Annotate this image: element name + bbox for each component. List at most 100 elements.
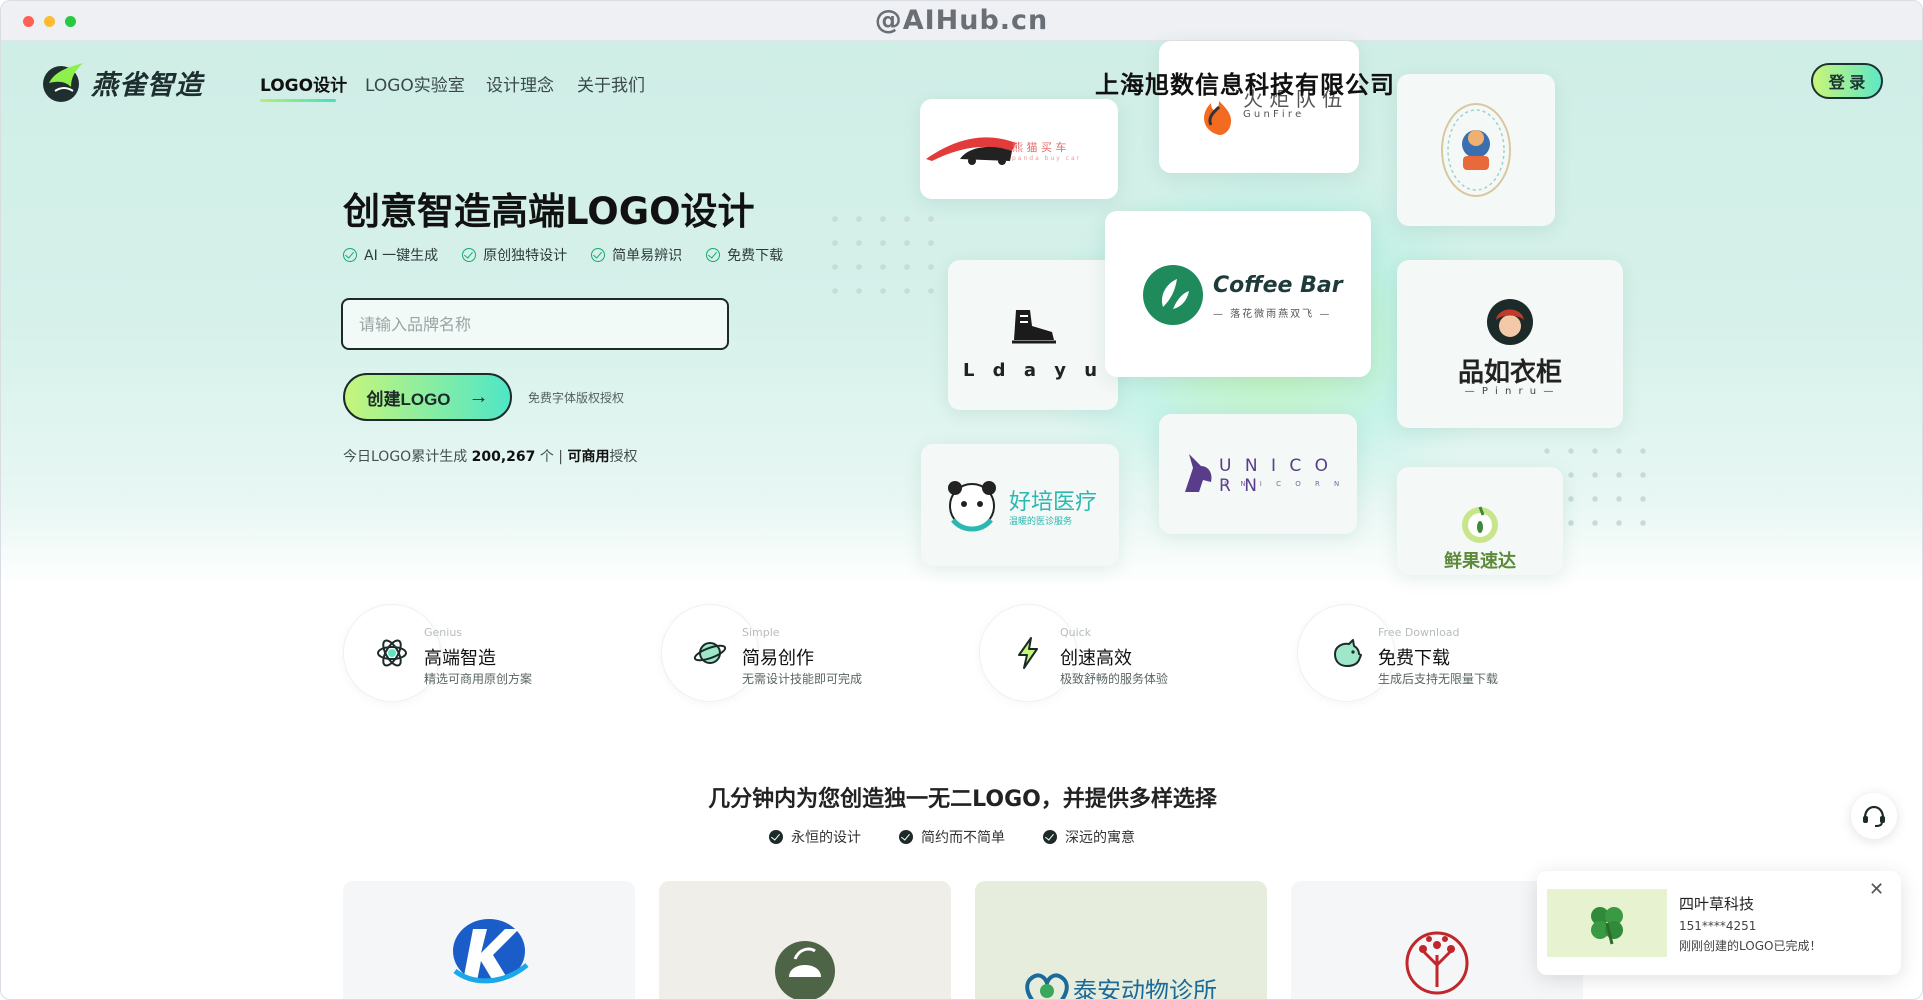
unicorn-head-icon xyxy=(1185,454,1212,492)
mascot-badge-icon xyxy=(1441,103,1511,197)
feature-item: 简单易辨识 xyxy=(591,245,682,265)
coffee-bar-title: Coffee Bar xyxy=(1213,273,1343,298)
section-point: 深远的寓意 xyxy=(1043,827,1135,847)
preview-card-tea[interactable] xyxy=(659,881,951,999)
haopei-cn-text: 好培医疗 xyxy=(1009,490,1098,515)
logo-card-badge[interactable] xyxy=(1397,74,1555,226)
value-en: Free Download xyxy=(1378,626,1460,639)
pinru-cn-text: 品如衣柜 xyxy=(1457,358,1562,388)
feature-item: 原创独特设计 xyxy=(462,245,567,265)
clover-icon xyxy=(1591,907,1623,945)
check-circle-icon xyxy=(769,830,783,844)
haopei-sub-text: 温暖的医诊服务 xyxy=(1009,517,1073,527)
value-en: Simple xyxy=(742,626,780,639)
value-en: Genius xyxy=(424,626,463,639)
nav-active-indicator xyxy=(260,99,336,102)
preview-card-k-logo[interactable] xyxy=(343,881,635,999)
feature-item: AI 一键生成 xyxy=(343,245,438,265)
value-title: 创速高效 xyxy=(1060,648,1132,669)
value-title: 高端智造 xyxy=(424,648,496,669)
swallow-logo-icon xyxy=(43,63,83,102)
lady-portrait-icon xyxy=(1487,299,1533,345)
check-icon xyxy=(591,248,606,262)
generation-stats: 今日LOGO累计生成 200,267 个 | 可商用授权 xyxy=(343,446,637,466)
browser-window: @AIHub.cn 燕雀智造 LOGO设计 LOGO实验室 设计理念 关于我们 … xyxy=(0,0,1923,1000)
value-item-free-download: Free Download 免费下载 生成后支持无限量下载 xyxy=(1297,604,1597,704)
logo-card-ldayu[interactable]: L d a y u xyxy=(948,260,1118,410)
check-icon xyxy=(343,248,357,262)
stats-count: 200,267 xyxy=(471,449,536,465)
login-button[interactable]: 登 录 xyxy=(1811,63,1883,99)
teapot-icon xyxy=(775,941,835,999)
value-desc: 无需设计技能即可完成 xyxy=(742,672,863,686)
headset-icon xyxy=(1863,805,1885,827)
hero-title: 创意智造高端LOGO设计 xyxy=(343,190,755,233)
unicorn-small-text: U N I C O R N xyxy=(1221,480,1346,488)
fruit-text: 鲜果速达 xyxy=(1444,551,1516,572)
section-point: 永恒的设计 xyxy=(769,827,861,847)
check-circle-icon xyxy=(1043,830,1057,844)
k-logo-icon xyxy=(453,919,529,984)
nav-about-us[interactable]: 关于我们 xyxy=(577,71,645,96)
toast-phone: 151****4251 xyxy=(1679,919,1757,933)
feature-label: 简单易辨识 xyxy=(612,248,683,264)
hero-feature-list: AI 一键生成 原创独特设计 简单易辨识 免费下载 xyxy=(343,245,783,265)
logo-card-panda-car[interactable]: 熊 猫 买 车 panda buy car xyxy=(920,99,1118,199)
feature-label: 免费下载 xyxy=(727,248,784,264)
gunfire-en-text: G u n F i r e xyxy=(1243,109,1302,120)
clinic-name-text: 泰安动物诊所 xyxy=(1073,977,1217,1000)
brand-logo[interactable]: 燕雀智造 xyxy=(41,61,203,103)
check-icon xyxy=(706,248,721,262)
logo-card-unicorn[interactable]: U N I C O R N U N I C O R N xyxy=(1159,414,1357,534)
section-title: 几分钟内为您创造独一无二LOGO，并提供多样选择 xyxy=(708,787,1217,812)
feature-item: 免费下载 xyxy=(706,245,783,265)
nav-logo-design[interactable]: LOGO设计 xyxy=(260,71,347,96)
sneaker-icon xyxy=(1012,310,1056,344)
car-logo-sub: panda buy car xyxy=(1012,155,1082,162)
check-circle-icon xyxy=(899,830,913,844)
arrow-right-icon: → xyxy=(468,385,489,408)
value-title: 免费下载 xyxy=(1378,648,1450,669)
dot-pattern xyxy=(823,207,943,307)
toast-thumbnail xyxy=(1547,889,1667,957)
value-desc: 极致舒畅的服务体验 xyxy=(1060,672,1169,686)
section-point-label: 永恒的设计 xyxy=(791,830,861,846)
pet-heart-icon xyxy=(1025,973,1069,999)
feature-label: 原创独特设计 xyxy=(483,248,568,264)
nav-logo-lab[interactable]: LOGO实验室 xyxy=(365,71,465,96)
value-item-genius: Genius 高端智造 精选可商用原创方案 xyxy=(343,604,643,704)
check-icon xyxy=(462,248,477,262)
brand-name: 燕雀智造 xyxy=(91,69,203,101)
create-logo-button[interactable]: 创建LOGO → xyxy=(343,373,512,421)
piggy-bank-icon xyxy=(1334,639,1362,667)
logo-card-fruit[interactable]: 鲜果速达 xyxy=(1397,467,1563,575)
section-point: 简约而不简单 xyxy=(899,827,1005,847)
value-desc: 生成后支持无限量下载 xyxy=(1378,672,1499,686)
section-point-label: 简约而不简单 xyxy=(921,830,1005,846)
browser-titlebar: @AIHub.cn xyxy=(1,1,1922,41)
license-note: 免费字体版权授权 xyxy=(528,391,625,405)
stats-commercial: 可商用 xyxy=(567,449,610,465)
logo-card-coffee-bar[interactable]: Coffee Bar — 落花微雨燕双飞 — xyxy=(1105,211,1371,377)
create-logo-label: 创建LOGO xyxy=(366,389,451,409)
ldayu-text: L d a y u xyxy=(962,360,1104,381)
bear-mascot-icon xyxy=(948,481,996,532)
section-point-label: 深远的寓意 xyxy=(1065,830,1135,846)
brand-name-input[interactable] xyxy=(341,298,729,350)
logo-card-pinru[interactable]: 品如衣柜 — P i n r u — xyxy=(1397,260,1623,428)
value-en: Quick xyxy=(1060,626,1092,639)
lightning-icon xyxy=(1018,637,1038,669)
section-points: 永恒的设计 简约而不简单 深远的寓意 xyxy=(769,827,1135,847)
unicorn-text: U N I C O R N xyxy=(1219,456,1333,496)
customer-support-button[interactable] xyxy=(1851,793,1897,839)
preview-card-clinic[interactable]: 泰安动物诊所 xyxy=(975,881,1267,1000)
stats-prefix: 今日LOGO累计生成 xyxy=(343,449,472,465)
logo-card-haopei[interactable]: 好培医疗 温暖的医诊服务 xyxy=(921,444,1119,566)
planet-icon xyxy=(693,642,727,664)
value-title: 简易创作 xyxy=(742,648,814,669)
close-icon[interactable]: ✕ xyxy=(1869,879,1884,900)
nav-design-concept[interactable]: 设计理念 xyxy=(486,71,554,96)
value-desc: 精选可商用原创方案 xyxy=(424,672,533,686)
logo-card-gun-fire[interactable]: 火 炬 队 伍 G u n F i r e xyxy=(1159,41,1359,173)
value-item-quick: Quick 创速高效 极致舒畅的服务体验 xyxy=(979,604,1279,704)
